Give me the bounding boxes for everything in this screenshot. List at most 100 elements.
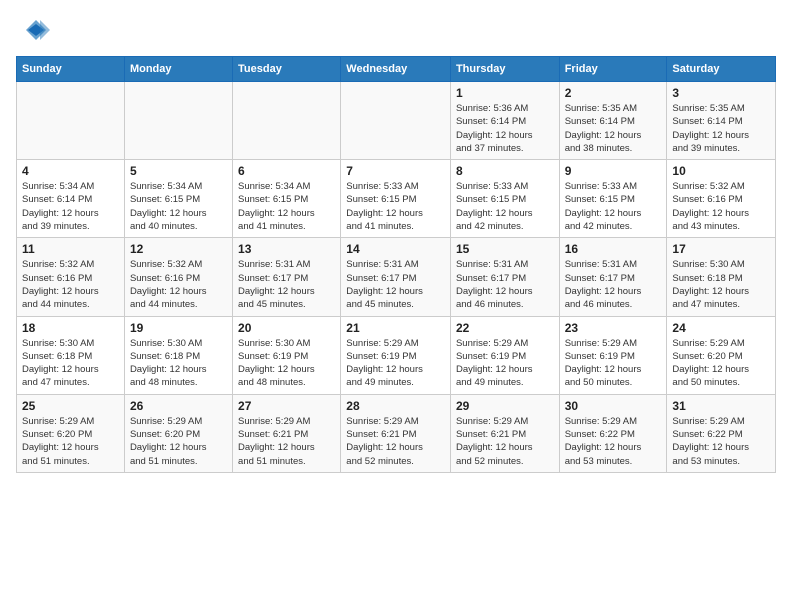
- calendar-cell: [17, 82, 125, 160]
- calendar-cell: 6 Sunrise: 5:34 AM Sunset: 6:15 PM Daylig…: [233, 160, 341, 238]
- day-info: Sunrise: 5:32 AM Sunset: 6:16 PM Dayligh…: [130, 258, 227, 311]
- logo-icon: [22, 16, 50, 44]
- day-info: Sunrise: 5:30 AM Sunset: 6:18 PM Dayligh…: [672, 258, 770, 311]
- day-info: Sunrise: 5:35 AM Sunset: 6:14 PM Dayligh…: [672, 102, 770, 155]
- day-number: 31: [672, 399, 770, 413]
- day-number: 9: [565, 164, 662, 178]
- calendar-cell: 30 Sunrise: 5:29 AM Sunset: 6:22 PM Dayli…: [559, 394, 667, 472]
- day-info: Sunrise: 5:31 AM Sunset: 6:17 PM Dayligh…: [456, 258, 554, 311]
- day-number: 10: [672, 164, 770, 178]
- day-info: Sunrise: 5:29 AM Sunset: 6:20 PM Dayligh…: [22, 415, 119, 468]
- day-number: 21: [346, 321, 445, 335]
- calendar-header-row: SundayMondayTuesdayWednesdayThursdayFrid…: [17, 57, 776, 82]
- day-number: 11: [22, 242, 119, 256]
- calendar-cell: 3 Sunrise: 5:35 AM Sunset: 6:14 PM Daylig…: [667, 82, 776, 160]
- calendar-week-row: 1 Sunrise: 5:36 AM Sunset: 6:14 PM Daylig…: [17, 82, 776, 160]
- day-number: 24: [672, 321, 770, 335]
- calendar-cell: [233, 82, 341, 160]
- calendar-cell: 9 Sunrise: 5:33 AM Sunset: 6:15 PM Daylig…: [559, 160, 667, 238]
- calendar-cell: 14 Sunrise: 5:31 AM Sunset: 6:17 PM Dayli…: [341, 238, 451, 316]
- calendar-cell: 15 Sunrise: 5:31 AM Sunset: 6:17 PM Dayli…: [450, 238, 559, 316]
- day-info: Sunrise: 5:29 AM Sunset: 6:21 PM Dayligh…: [346, 415, 445, 468]
- day-number: 13: [238, 242, 335, 256]
- col-header-saturday: Saturday: [667, 57, 776, 82]
- calendar-cell: 13 Sunrise: 5:31 AM Sunset: 6:17 PM Dayli…: [233, 238, 341, 316]
- day-info: Sunrise: 5:34 AM Sunset: 6:15 PM Dayligh…: [238, 180, 335, 233]
- day-info: Sunrise: 5:29 AM Sunset: 6:22 PM Dayligh…: [565, 415, 662, 468]
- calendar-cell: 26Sunrise: 5:29 AM Sunset: 6:20 PM Dayli…: [124, 394, 232, 472]
- calendar-cell: 27Sunrise: 5:29 AM Sunset: 6:21 PM Dayli…: [233, 394, 341, 472]
- calendar-cell: 21 Sunrise: 5:29 AM Sunset: 6:19 PM Dayli…: [341, 316, 451, 394]
- calendar-cell: 25 Sunrise: 5:29 AM Sunset: 6:20 PM Dayli…: [17, 394, 125, 472]
- calendar-cell: 19 Sunrise: 5:30 AM Sunset: 6:18 PM Dayli…: [124, 316, 232, 394]
- col-header-sunday: Sunday: [17, 57, 125, 82]
- day-number: 8: [456, 164, 554, 178]
- day-number: 17: [672, 242, 770, 256]
- day-info: Sunrise: 5:30 AM Sunset: 6:18 PM Dayligh…: [22, 337, 119, 390]
- col-header-tuesday: Tuesday: [233, 57, 341, 82]
- day-number: 20: [238, 321, 335, 335]
- day-info: Sunrise: 5:30 AM Sunset: 6:19 PM Dayligh…: [238, 337, 335, 390]
- day-number: 29: [456, 399, 554, 413]
- day-number: 28: [346, 399, 445, 413]
- day-info: Sunrise: 5:33 AM Sunset: 6:15 PM Dayligh…: [456, 180, 554, 233]
- calendar-cell: 29 Sunrise: 5:29 AM Sunset: 6:21 PM Dayli…: [450, 394, 559, 472]
- calendar-cell: 20 Sunrise: 5:30 AM Sunset: 6:19 PM Dayli…: [233, 316, 341, 394]
- day-number: 18: [22, 321, 119, 335]
- calendar-table: SundayMondayTuesdayWednesdayThursdayFrid…: [16, 56, 776, 473]
- calendar-cell: 16 Sunrise: 5:31 AM Sunset: 6:17 PM Dayli…: [559, 238, 667, 316]
- day-info: Sunrise: 5:29 AM Sunset: 6:22 PM Dayligh…: [672, 415, 770, 468]
- day-number: 2: [565, 86, 662, 100]
- day-number: 6: [238, 164, 335, 178]
- day-number: 3: [672, 86, 770, 100]
- day-number: 30: [565, 399, 662, 413]
- col-header-wednesday: Wednesday: [341, 57, 451, 82]
- calendar-cell: 11Sunrise: 5:32 AM Sunset: 6:16 PM Dayli…: [17, 238, 125, 316]
- day-info: Sunrise: 5:32 AM Sunset: 6:16 PM Dayligh…: [672, 180, 770, 233]
- calendar-cell: 17 Sunrise: 5:30 AM Sunset: 6:18 PM Dayli…: [667, 238, 776, 316]
- day-number: 1: [456, 86, 554, 100]
- calendar-cell: 10 Sunrise: 5:32 AM Sunset: 6:16 PM Dayli…: [667, 160, 776, 238]
- calendar-cell: 12 Sunrise: 5:32 AM Sunset: 6:16 PM Dayli…: [124, 238, 232, 316]
- col-header-monday: Monday: [124, 57, 232, 82]
- day-number: 19: [130, 321, 227, 335]
- col-header-friday: Friday: [559, 57, 667, 82]
- day-number: 16: [565, 242, 662, 256]
- day-info: Sunrise: 5:29 AM Sunset: 6:21 PM Dayligh…: [456, 415, 554, 468]
- calendar-week-row: 11 Sunrise: 5:32 AM Sunset: 6:16 PM Dayli…: [17, 238, 776, 316]
- day-info: Sunrise: 5:31 AM Sunset: 6:17 PM Dayligh…: [346, 258, 445, 311]
- calendar-cell: 5Sunrise: 5:34 AM Sunset: 6:15 PM Daylig…: [124, 160, 232, 238]
- calendar-week-row: 4 Sunrise: 5:34 AM Sunset: 6:14 PM Daylig…: [17, 160, 776, 238]
- calendar-cell: 23Sunrise: 5:29 AM Sunset: 6:19 PM Dayli…: [559, 316, 667, 394]
- day-number: 14: [346, 242, 445, 256]
- day-number: 12: [130, 242, 227, 256]
- calendar-cell: 1 Sunrise: 5:36 AM Sunset: 6:14 PM Daylig…: [450, 82, 559, 160]
- day-number: 22: [456, 321, 554, 335]
- day-info: Sunrise: 5:34 AM Sunset: 6:14 PM Dayligh…: [22, 180, 119, 233]
- calendar-cell: 28 Sunrise: 5:29 AM Sunset: 6:21 PM Dayli…: [341, 394, 451, 472]
- calendar-cell: 2Sunrise: 5:35 AM Sunset: 6:14 PM Daylig…: [559, 82, 667, 160]
- day-number: 15: [456, 242, 554, 256]
- day-info: Sunrise: 5:29 AM Sunset: 6:20 PM Dayligh…: [130, 415, 227, 468]
- calendar-cell: 31 Sunrise: 5:29 AM Sunset: 6:22 PM Dayli…: [667, 394, 776, 472]
- col-header-thursday: Thursday: [450, 57, 559, 82]
- calendar-cell: [124, 82, 232, 160]
- day-number: 27: [238, 399, 335, 413]
- day-info: Sunrise: 5:30 AM Sunset: 6:18 PM Dayligh…: [130, 337, 227, 390]
- calendar-cell: 7Sunrise: 5:33 AM Sunset: 6:15 PM Daylig…: [341, 160, 451, 238]
- calendar-cell: 24 Sunrise: 5:29 AM Sunset: 6:20 PM Dayli…: [667, 316, 776, 394]
- day-info: Sunrise: 5:31 AM Sunset: 6:17 PM Dayligh…: [565, 258, 662, 311]
- day-info: Sunrise: 5:31 AM Sunset: 6:17 PM Dayligh…: [238, 258, 335, 311]
- day-number: 4: [22, 164, 119, 178]
- day-number: 23: [565, 321, 662, 335]
- day-info: Sunrise: 5:33 AM Sunset: 6:15 PM Dayligh…: [346, 180, 445, 233]
- calendar-week-row: 25 Sunrise: 5:29 AM Sunset: 6:20 PM Dayli…: [17, 394, 776, 472]
- day-number: 25: [22, 399, 119, 413]
- day-info: Sunrise: 5:33 AM Sunset: 6:15 PM Dayligh…: [565, 180, 662, 233]
- day-info: Sunrise: 5:29 AM Sunset: 6:20 PM Dayligh…: [672, 337, 770, 390]
- day-info: Sunrise: 5:34 AM Sunset: 6:15 PM Dayligh…: [130, 180, 227, 233]
- day-info: Sunrise: 5:36 AM Sunset: 6:14 PM Dayligh…: [456, 102, 554, 155]
- logo: [16, 16, 50, 44]
- calendar-cell: 4 Sunrise: 5:34 AM Sunset: 6:14 PM Daylig…: [17, 160, 125, 238]
- day-info: Sunrise: 5:29 AM Sunset: 6:19 PM Dayligh…: [346, 337, 445, 390]
